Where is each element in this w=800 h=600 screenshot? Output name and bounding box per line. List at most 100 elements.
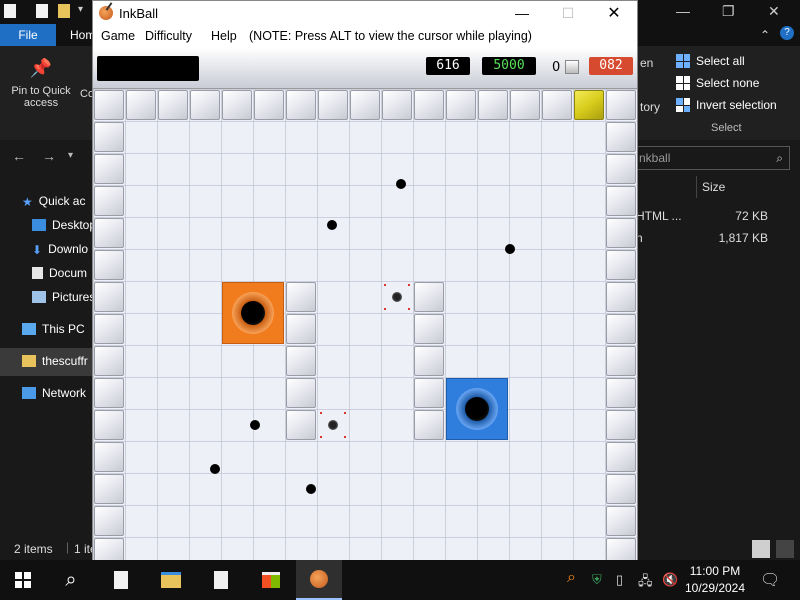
usb-drive-icon[interactable]: ▯ [616, 572, 623, 588]
inkball-icon [310, 570, 328, 588]
nav-item-network[interactable]: Network [22, 386, 86, 400]
select-none-button[interactable]: Select none [676, 76, 759, 90]
invert-selection-icon [676, 98, 690, 112]
folder-icon [161, 572, 181, 588]
taskbar: ⌕ ⌕ ⛨ ▯ 🖧 🔇 11:00 PM 10/29/2024 🗨 [0, 560, 800, 600]
select-group-label: Select [711, 122, 742, 134]
desktop-icon [32, 219, 46, 231]
close-icon[interactable]: ✕ [591, 1, 637, 26]
help-icon[interactable]: ? [780, 26, 794, 40]
wall-block [606, 474, 636, 504]
nav-label: Network [42, 386, 87, 400]
minimize-icon[interactable]: — [676, 3, 690, 19]
restore-icon[interactable]: ❐ [722, 3, 735, 20]
back-arrow-icon[interactable]: ← [12, 148, 26, 164]
wall-block [222, 90, 252, 120]
system-clock[interactable]: 11:00 PM 10/29/2024 [680, 563, 750, 597]
file-size: 1,817 KB [718, 231, 768, 245]
ink-indicator [97, 56, 199, 81]
time-display: 616 [426, 57, 470, 75]
details-view-icon[interactable] [752, 540, 770, 558]
search-icon: ⌕ [776, 151, 783, 165]
start-button[interactable] [0, 560, 46, 600]
nav-item-quick-access[interactable]: ★ Quick ac [22, 194, 85, 209]
notifications-icon[interactable]: 🗨 [760, 570, 780, 590]
wall-block [606, 186, 636, 216]
wall-block [606, 442, 636, 472]
forward-arrow-icon[interactable]: → [42, 148, 56, 164]
network-status-icon[interactable]: 🖧 [638, 572, 653, 594]
spawn-pit [328, 420, 338, 430]
size-column-header[interactable]: Size [702, 180, 725, 194]
window-title: InkBall [119, 6, 159, 21]
wall-block [286, 90, 316, 120]
collapse-ribbon-icon[interactable]: ⌃ [760, 28, 770, 42]
nav-item-documents[interactable]: Docum [32, 266, 87, 280]
wall-block [94, 410, 124, 440]
wall-block [510, 90, 540, 120]
search-icon: ⌕ [65, 568, 77, 591]
wall-block [542, 90, 572, 120]
nav-label: This PC [42, 322, 85, 336]
wall-block [94, 218, 124, 248]
wall-block [606, 538, 636, 561]
search-taskbar-button[interactable]: ⌕ [48, 560, 94, 600]
quick-access-doc-icon[interactable] [4, 4, 16, 18]
nav-item-user-folder[interactable]: thescuffr [22, 354, 88, 368]
search-box[interactable]: nkball ⌕ [636, 146, 790, 170]
open-button-fragment[interactable]: en [640, 56, 653, 70]
game-board[interactable] [93, 89, 637, 561]
taskbar-app-inkball[interactable] [296, 560, 342, 600]
menu-difficulty[interactable]: Difficulty [145, 29, 192, 43]
black-ball [250, 420, 260, 430]
status-separator: | [66, 540, 70, 554]
close-icon[interactable]: ✕ [768, 3, 780, 20]
select-all-label: Select all [696, 54, 745, 68]
star-icon: ★ [22, 195, 33, 209]
wall-block [478, 90, 508, 120]
recent-locations-icon[interactable]: ▾ [68, 150, 73, 161]
search-app-tray-icon[interactable]: ⌕ [567, 569, 576, 587]
network-icon [22, 387, 36, 399]
properties-icon[interactable] [36, 4, 48, 18]
select-all-button[interactable]: Select all [676, 54, 745, 68]
wall-block [606, 410, 636, 440]
black-ball [306, 484, 316, 494]
spawn-pit [392, 292, 402, 302]
file-tab[interactable]: File [0, 24, 56, 46]
nav-label: Desktop [52, 218, 97, 232]
invert-selection-button[interactable]: Invert selection [676, 98, 777, 112]
taskbar-app-store[interactable] [248, 560, 294, 600]
volume-muted-icon[interactable]: 🔇 [662, 572, 678, 588]
menu-game[interactable]: Game [101, 29, 135, 43]
pin-to-quick-access-button[interactable]: 📌 Pin to Quick access [6, 58, 76, 109]
wall-block [606, 90, 636, 120]
wall-block [94, 250, 124, 280]
wall-block [606, 154, 636, 184]
nav-item-this-pc[interactable]: This PC [22, 322, 85, 336]
menu-help[interactable]: Help [211, 29, 237, 43]
taskbar-app-document[interactable] [198, 560, 244, 600]
wall-block [350, 90, 380, 120]
user-folder-icon [22, 355, 36, 367]
wall-block [94, 474, 124, 504]
document-icon [114, 571, 128, 589]
wall-block [606, 506, 636, 536]
hole-core [465, 397, 489, 421]
customize-toolbar-icon[interactable]: ▾ [78, 4, 83, 15]
wall-block [286, 378, 316, 408]
pin-icon: 📌 [29, 58, 53, 78]
security-shield-icon[interactable]: ⛨ [592, 572, 602, 588]
wall-block [286, 282, 316, 312]
nav-label: Downlo [48, 242, 89, 256]
new-folder-icon[interactable] [58, 4, 70, 18]
nav-item-downloads[interactable]: ⬇ Downlo [32, 242, 89, 257]
nav-item-pictures[interactable]: Pictures [32, 290, 95, 304]
nav-item-desktop[interactable]: Desktop [32, 218, 96, 232]
minimize-icon[interactable]: — [499, 1, 545, 26]
taskbar-app-explorer[interactable] [148, 560, 194, 600]
large-icons-view-icon[interactable] [776, 540, 794, 558]
wall-block [94, 186, 124, 216]
history-button-fragment[interactable]: tory [640, 100, 660, 114]
taskbar-app-notepad[interactable] [98, 560, 144, 600]
